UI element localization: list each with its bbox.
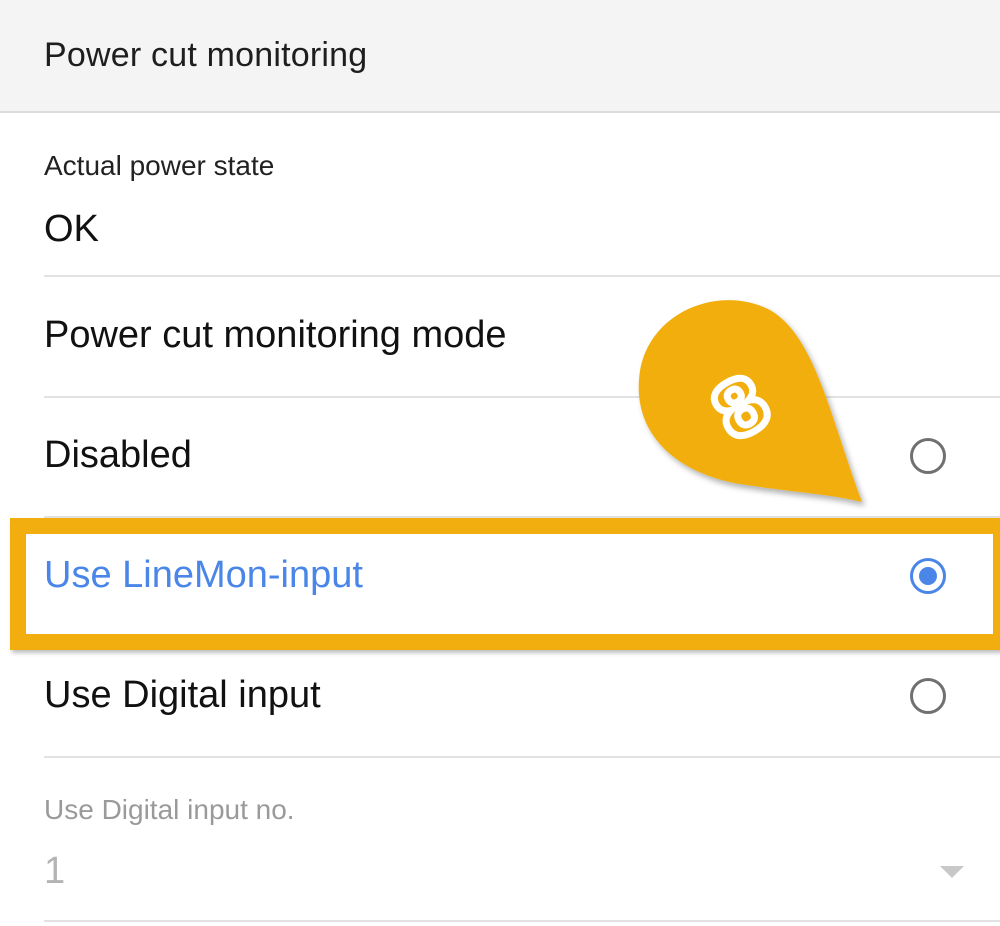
dropdown-arrow-icon bbox=[940, 866, 964, 878]
option-linemon-input-label: Use LineMon-input bbox=[44, 554, 363, 596]
actual-power-state-value: OK bbox=[44, 208, 99, 250]
digital-input-no-select: 1 bbox=[44, 850, 66, 892]
settings-page: Power cut monitoring Actual power state … bbox=[0, 0, 1000, 926]
option-linemon-input[interactable]: Use LineMon-input bbox=[0, 518, 1000, 636]
divider bbox=[44, 920, 1000, 922]
option-disabled[interactable]: Disabled bbox=[0, 398, 1000, 516]
divider bbox=[44, 275, 1000, 277]
option-linemon-input-radio[interactable] bbox=[910, 558, 946, 594]
option-disabled-radio[interactable] bbox=[910, 438, 946, 474]
digital-input-no-label: Use Digital input no. bbox=[44, 794, 295, 825]
option-disabled-label: Disabled bbox=[44, 434, 192, 476]
option-digital-input-radio[interactable] bbox=[910, 678, 946, 714]
radio-selected-dot bbox=[919, 567, 937, 585]
divider bbox=[44, 756, 1000, 758]
actual-power-state-label: Actual power state bbox=[44, 150, 275, 181]
page-title: Power cut monitoring bbox=[44, 36, 368, 74]
option-digital-input[interactable]: Use Digital input bbox=[0, 638, 1000, 756]
header-bar: Power cut monitoring bbox=[0, 0, 1000, 113]
monitoring-mode-title: Power cut monitoring mode bbox=[44, 314, 507, 356]
option-digital-input-label: Use Digital input bbox=[44, 674, 321, 716]
